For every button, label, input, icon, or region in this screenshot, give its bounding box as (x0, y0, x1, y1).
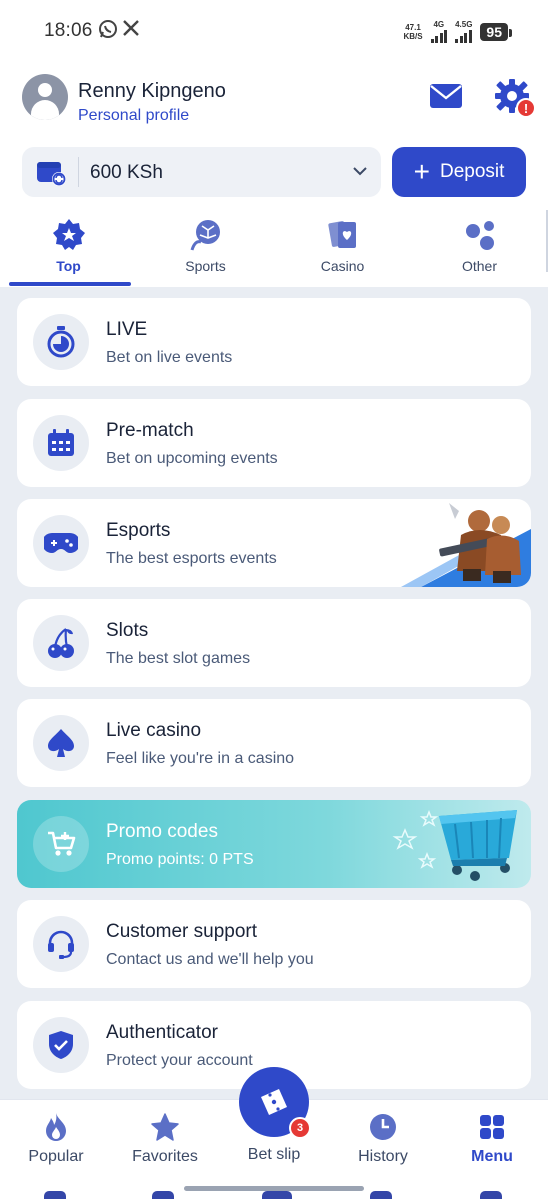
menu-item-title: Slots (106, 620, 149, 641)
menu-item-live[interactable]: LIVE Bet on live events (17, 298, 531, 386)
menu-item-title: Customer support (106, 921, 258, 942)
status-bar: 18:06 47.1 KB/S 4G 4.5G 95 (0, 0, 548, 64)
dots-icon (465, 221, 494, 250)
deposit-button[interactable]: + Deposit (392, 147, 526, 197)
mail-button[interactable] (428, 80, 468, 114)
nav-label: Menu (471, 1148, 513, 1165)
nav-history[interactable]: History (328, 1112, 438, 1166)
tab-label: Casino (320, 258, 365, 274)
menu-item-prematch[interactable]: Pre-match Bet on upcoming events (17, 399, 531, 487)
user-name: Renny Kipngeno (78, 80, 226, 102)
cart-icon (33, 816, 89, 872)
menu-item-subtitle: The best slot games (106, 650, 251, 667)
personal-profile-link[interactable]: Personal profile (78, 107, 189, 125)
cherries-icon (33, 615, 89, 671)
nav-label: Popular (28, 1148, 84, 1165)
menu-item-esports[interactable]: Esports The best esports events (17, 499, 531, 587)
grid-icon (480, 1115, 504, 1139)
whatsapp-icon (98, 19, 118, 44)
home-indicator[interactable] (184, 1186, 364, 1191)
bottom-edge-partial-icons (0, 1191, 548, 1199)
menu-item-title: Promo codes (106, 821, 218, 842)
calendar-icon (33, 415, 89, 471)
settings-alert-badge: ! (516, 98, 536, 118)
menu-item-slots[interactable]: Slots The best slot games (17, 599, 531, 687)
battery-icon: 95 (480, 22, 512, 41)
nav-label: Bet slip (247, 1146, 301, 1163)
menu-item-title: Authenticator (106, 1022, 218, 1043)
chevron-down-icon (353, 167, 367, 176)
menu-item-subtitle: Bet on upcoming events (106, 450, 278, 467)
wallet-icon (36, 158, 68, 186)
menu-item-customer-support[interactable]: Customer support Contact us and we'll he… (17, 900, 531, 988)
tab-casino[interactable]: Casino (274, 210, 411, 286)
menu-item-subtitle: The best esports events (106, 550, 277, 567)
status-time: 18:06 (44, 20, 93, 41)
badge-icon (52, 219, 85, 250)
menu-list: LIVE Bet on live events Pre-match Bet on… (0, 287, 548, 1099)
category-tabs: Top Sports Casino Other (0, 210, 548, 288)
plus-icon: + (413, 156, 430, 187)
status-indicators: 47.1 KB/S 4G 4.5G 95 (403, 20, 512, 43)
tab-top[interactable]: Top (0, 210, 137, 286)
stopwatch-icon (33, 314, 89, 370)
menu-item-subtitle: Protect your account (106, 1052, 253, 1069)
nav-label: History (358, 1148, 408, 1165)
network-45g: 4.5G (455, 20, 472, 43)
basket-illustration (392, 809, 517, 881)
bet-slip-badge: 3 (289, 1117, 311, 1139)
gamepad-icon (33, 515, 89, 571)
signal-icon (430, 29, 448, 43)
nav-popular[interactable]: Popular (1, 1112, 111, 1166)
tab-sports[interactable]: Sports (137, 210, 274, 286)
nav-favorites[interactable]: Favorites (110, 1112, 220, 1166)
mail-icon (430, 84, 462, 108)
menu-item-promo-codes[interactable]: Promo codes Promo points: 0 PTS (17, 800, 531, 888)
headset-icon (33, 916, 89, 972)
esports-character-illustration (401, 503, 531, 587)
flame-icon (46, 1113, 66, 1141)
x-icon (122, 19, 140, 42)
network-4g: 4G (430, 20, 448, 43)
menu-item-subtitle: Promo points: 0 PTS (106, 851, 254, 868)
nav-label: Favorites (132, 1148, 198, 1165)
tab-other[interactable]: Other (411, 210, 548, 286)
avatar[interactable] (22, 74, 68, 120)
clock-icon (370, 1114, 396, 1140)
spade-icon (33, 715, 89, 771)
menu-item-subtitle: Contact us and we'll help you (106, 951, 314, 968)
menu-item-title: Live casino (106, 720, 202, 741)
balance-amount: 600 KSh (90, 162, 163, 183)
balance-selector[interactable]: 600 KSh (22, 147, 381, 197)
tab-label: Top (56, 258, 81, 274)
menu-item-title: Pre-match (106, 420, 194, 441)
tab-label: Sports (185, 258, 226, 274)
star-icon (151, 1113, 179, 1141)
tab-label: Other (461, 258, 497, 274)
net-speed: 47.1 KB/S (403, 22, 423, 41)
signal-icon (455, 29, 472, 43)
menu-item-subtitle: Feel like you're in a casino (106, 750, 295, 767)
ticket-icon (261, 1089, 287, 1115)
settings-button[interactable]: ! (494, 76, 538, 120)
menu-item-subtitle: Bet on live events (106, 349, 233, 366)
menu-item-title: Esports (106, 520, 171, 541)
shield-check-icon (33, 1017, 89, 1073)
menu-item-live-casino[interactable]: Live casino Feel like you're in a casino (17, 699, 531, 787)
menu-item-title: LIVE (106, 319, 148, 340)
active-tab-indicator (9, 282, 131, 286)
deposit-label: Deposit (439, 161, 505, 182)
nav-menu[interactable]: Menu (437, 1112, 547, 1166)
sports-ball-icon (190, 220, 220, 251)
cards-icon (327, 221, 356, 248)
